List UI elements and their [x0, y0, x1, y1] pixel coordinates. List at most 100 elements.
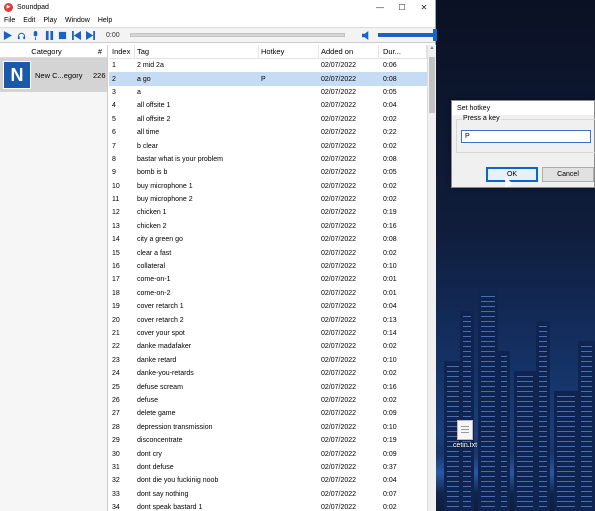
row-tag: cover your spot [137, 330, 185, 337]
table-row[interactable]: 7 b clear 02/07/2022 0:02 [109, 139, 427, 152]
set-hotkey-dialog: Set hotkey Press a key P OK Cancel [451, 100, 595, 188]
microphone-icon[interactable] [29, 29, 41, 41]
row-tag: dont cry [137, 450, 162, 458]
desktop-file-item[interactable]: cetin.txt [452, 420, 478, 449]
table-row[interactable]: 21 cover your spot 02/07/2022 0:14 [109, 327, 427, 340]
table-row[interactable]: 24 danke-you-retards 02/07/2022 0:02 [109, 367, 427, 380]
close-button[interactable]: ✕ [413, 0, 435, 14]
table-row[interactable]: 30 dont cry 02/07/2022 0:09 [109, 447, 427, 460]
table-row[interactable]: 17 come-on-1 02/07/2022 0:01 [109, 273, 427, 286]
row-tag: chicken 2 [137, 222, 167, 230]
table-row[interactable]: 16 collateral 02/07/2022 0:10 [109, 260, 427, 273]
table-row[interactable]: 26 defuse 02/07/2022 0:02 [109, 394, 427, 407]
headphones-icon[interactable] [16, 29, 28, 41]
row-added-on: 02/07/2022 [321, 263, 357, 271]
list-scrollbar[interactable]: ▲ [427, 45, 436, 511]
index-column-header[interactable]: Index [109, 45, 135, 58]
table-row[interactable]: 10 buy microphone 1 02/07/2022 0:02 [109, 180, 427, 193]
play-icon[interactable] [2, 29, 14, 41]
table-row[interactable]: 23 danke retard 02/07/2022 0:10 [109, 354, 427, 367]
added-column-header[interactable]: Added on [319, 45, 379, 58]
row-duration: 0:16 [383, 222, 397, 230]
row-added-on: 02/07/2022 [321, 303, 357, 311]
row-duration: 0:19 [383, 209, 397, 217]
count-column-header[interactable]: # [93, 47, 107, 56]
scroll-up-icon[interactable]: ▲ [428, 45, 436, 54]
row-duration: 0:10 [383, 263, 397, 271]
category-name: New C...egory [35, 70, 83, 80]
seek-bar[interactable] [129, 33, 345, 37]
volume-icon[interactable] [361, 29, 373, 41]
maximize-button[interactable]: ☐ [391, 0, 413, 14]
table-row[interactable]: 20 cover retarch 2 02/07/2022 0:13 [109, 313, 427, 326]
row-added-on: 02/07/2022 [321, 396, 357, 404]
previous-icon[interactable] [71, 29, 83, 41]
table-row[interactable]: 15 clear a fast 02/07/2022 0:02 [109, 246, 427, 259]
row-index: 31 [112, 463, 120, 471]
table-row[interactable]: 11 buy microphone 2 02/07/2022 0:02 [109, 193, 427, 206]
table-row[interactable]: 14 city a green go 02/07/2022 0:08 [109, 233, 427, 246]
table-row[interactable]: 33 dont say nothing 02/07/2022 0:07 [109, 488, 427, 501]
table-row[interactable]: 19 cover retarch 1 02/07/2022 0:04 [109, 300, 427, 313]
minimize-button[interactable]: — [369, 0, 391, 14]
category-column-header[interactable]: Category [0, 47, 93, 56]
table-row[interactable]: 13 chicken 2 02/07/2022 0:16 [109, 220, 427, 233]
table-row[interactable]: 3 a 02/07/2022 0:05 [109, 86, 427, 99]
sound-list: Index Tag Hotkey Added on Dur... 1 2 mid … [109, 45, 427, 511]
menu-edit[interactable]: Edit [19, 17, 39, 24]
hotkey-input[interactable]: P [461, 130, 591, 143]
table-row[interactable]: 5 all offsite 2 02/07/2022 0:02 [109, 113, 427, 126]
row-tag: defuse scream [137, 383, 183, 391]
table-row[interactable]: 12 chicken 1 02/07/2022 0:19 [109, 206, 427, 219]
row-added-on: 02/07/2022 [321, 316, 357, 324]
table-row[interactable]: 4 all offsite 1 02/07/2022 0:04 [109, 99, 427, 112]
next-icon[interactable] [84, 29, 96, 41]
row-index: 11 [112, 196, 120, 204]
duration-column-header[interactable]: Dur... [379, 45, 427, 58]
menu-help[interactable]: Help [94, 17, 116, 24]
row-index: 19 [112, 303, 120, 311]
table-row[interactable]: 27 delete game 02/07/2022 0:09 [109, 407, 427, 420]
category-count: 226 [93, 70, 106, 80]
table-row[interactable]: 25 defuse scream 02/07/2022 0:16 [109, 380, 427, 393]
table-row[interactable]: 8 bastar what is your problem 02/07/2022 0:… [109, 153, 427, 166]
row-duration: 0:07 [383, 490, 397, 498]
row-added-on: 02/07/2022 [321, 423, 357, 431]
scrollbar-thumb[interactable] [429, 57, 435, 113]
menu-window[interactable]: Window [61, 17, 94, 24]
row-tag: dont die you fuckinig noob [137, 477, 219, 485]
tag-column-header[interactable]: Tag [135, 45, 259, 58]
row-duration: 0:01 [383, 289, 397, 297]
row-duration: 0:02 [383, 343, 397, 351]
table-row[interactable]: 6 all time 02/07/2022 0:22 [109, 126, 427, 139]
row-duration: 0:10 [383, 423, 397, 431]
cancel-button[interactable]: Cancel [542, 167, 594, 182]
table-row[interactable]: 9 bomb is b 02/07/2022 0:05 [109, 166, 427, 179]
table-row[interactable]: 18 come-on-2 02/07/2022 0:01 [109, 287, 427, 300]
category-header: Category # [0, 45, 107, 58]
row-index: 21 [112, 330, 120, 337]
table-row[interactable]: 28 depression transmission 02/07/2022 0:10 [109, 421, 427, 434]
ok-button[interactable]: OK [486, 167, 538, 182]
row-index: 23 [112, 356, 120, 364]
table-row[interactable]: 1 2 mid 2a 02/07/2022 0:06 [109, 59, 427, 72]
row-tag: come-on-1 [137, 276, 171, 284]
table-row[interactable]: 34 dont speak bastard 1 02/07/2022 0:02 [109, 501, 427, 511]
category-item[interactable]: N New C...egory 226 [0, 58, 107, 92]
menu-play[interactable]: Play [39, 17, 61, 24]
table-row[interactable]: 31 dont defuse 02/07/2022 0:37 [109, 461, 427, 474]
hotkey-column-header[interactable]: Hotkey [259, 45, 319, 58]
volume-slider[interactable] [378, 29, 437, 41]
window-title: Soundpad [17, 3, 49, 11]
table-row[interactable]: 29 disconcentrate 02/07/2022 0:19 [109, 434, 427, 447]
menu-file[interactable]: File [0, 17, 19, 24]
stop-icon[interactable] [57, 29, 69, 41]
table-row[interactable]: 32 dont die you fuckinig noob 02/07/2022 0:… [109, 474, 427, 487]
row-added-on: 02/07/2022 [321, 196, 357, 204]
row-added-on: 02/07/2022 [321, 356, 357, 364]
row-duration: 0:02 [383, 249, 397, 257]
table-row[interactable]: 2 a go P 02/07/2022 0:08 [109, 72, 427, 86]
table-row[interactable]: 22 danke madafaker 02/07/2022 0:02 [109, 340, 427, 353]
row-added-on: 02/07/2022 [321, 289, 357, 297]
pause-icon[interactable] [43, 29, 55, 41]
